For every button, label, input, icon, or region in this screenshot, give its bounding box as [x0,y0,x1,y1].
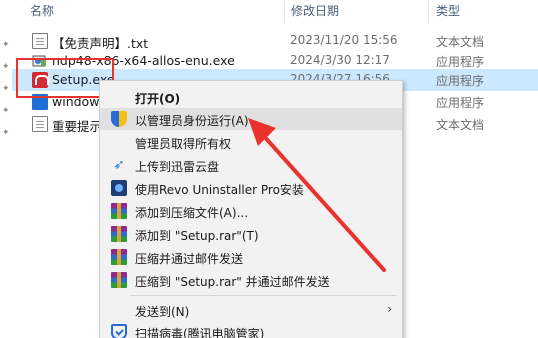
column-divider[interactable] [284,2,285,22]
winrar-icon [111,226,127,242]
menu-item-virus-scan[interactable]: 扫描病毒(腾讯电脑管家) [100,321,402,338]
text-file-icon [32,116,48,132]
menu-item-xunlei-upload[interactable]: ➶ 上传到迅雷云盘 [100,154,402,176]
revo-uninstaller-icon [111,180,127,196]
winrar-icon [111,272,127,288]
menu-item-take-ownership[interactable]: 管理员取得所有权 [100,131,402,153]
menu-item-run-as-admin[interactable]: 以管理员身份运行(A) [100,108,402,130]
pin-icon[interactable]: ✦ [2,128,10,138]
uac-shield-icon [111,111,127,127]
column-header: 名称 修改日期 类型 [0,0,538,22]
pin-icon[interactable]: ✦ [2,62,10,72]
menu-item-label: 上传到迅雷云盘 [135,160,220,174]
menu-item-add-archive[interactable]: 添加到压缩文件(A)... [100,200,402,222]
menu-item-label: 添加到压缩文件(A)... [135,206,249,220]
column-name-header[interactable]: 名称 [30,2,54,19]
file-date: 2023/11/20 15:56 [290,33,398,47]
menu-item-label: 管理员取得所有权 [135,137,232,151]
file-type: 文本文档 [436,35,485,49]
menu-item-label: 使用Revo Uninstaller Pro安装 [135,183,304,197]
pin-icon[interactable]: ✦ [2,84,10,94]
menu-item-label: 以管理员身份运行(A) [135,114,249,128]
menu-separator [130,295,396,296]
file-name: 重要提示 [52,119,103,134]
menu-item-revo-install[interactable]: 使用Revo Uninstaller Pro安装 [100,177,402,199]
menu-item-label: 添加到 "Setup.rar"(T) [135,229,259,243]
file-date: 2024/3/30 12:17 [290,53,390,67]
menu-item-label: 压缩并通过邮件发送 [135,252,244,266]
winrar-icon [111,203,127,219]
pin-icon[interactable]: ✦ [2,40,10,50]
menu-item-open[interactable]: 打开(O) [100,86,402,108]
winrar-icon [111,249,127,265]
file-type: 应用程序 [436,55,485,69]
menu-item-label: 打开(O) [135,92,181,106]
menu-item-send-to[interactable]: 发送到(N) › [100,299,402,321]
menu-item-label: 扫描病毒(腾讯电脑管家) [135,327,265,338]
xunlei-cloud-icon: ➶ [113,157,125,173]
context-menu: 打开(O) 以管理员身份运行(A) 管理员取得所有权 ➶ 上传到迅雷云盘 使用R… [99,80,403,338]
column-divider[interactable] [428,2,429,22]
menu-item-add-setup-rar[interactable]: 添加到 "Setup.rar"(T) [100,223,402,245]
file-type: 应用程序 [436,96,485,110]
pin-icon[interactable]: ✦ [2,106,10,116]
file-type: 应用程序 [436,74,485,88]
menu-item-label: 发送到(N) [135,305,190,319]
menu-item-compress-email[interactable]: 压缩并通过邮件发送 [100,246,402,268]
column-type-header[interactable]: 类型 [436,2,460,19]
submenu-arrow-icon: › [387,302,392,316]
tencent-scan-icon [111,324,127,338]
menu-item-label: 压缩到 "Setup.rar" 并通过邮件发送 [135,275,330,289]
text-file-icon [32,33,48,49]
file-row[interactable]: 【免责声明】.txt 2023/11/20 15:56 文本文档 [12,30,538,52]
menu-item-compress-setup-email[interactable]: 压缩到 "Setup.rar" 并通过邮件发送 [100,269,402,291]
column-date-header[interactable]: 修改日期 [291,2,339,19]
file-type: 文本文档 [436,118,485,132]
